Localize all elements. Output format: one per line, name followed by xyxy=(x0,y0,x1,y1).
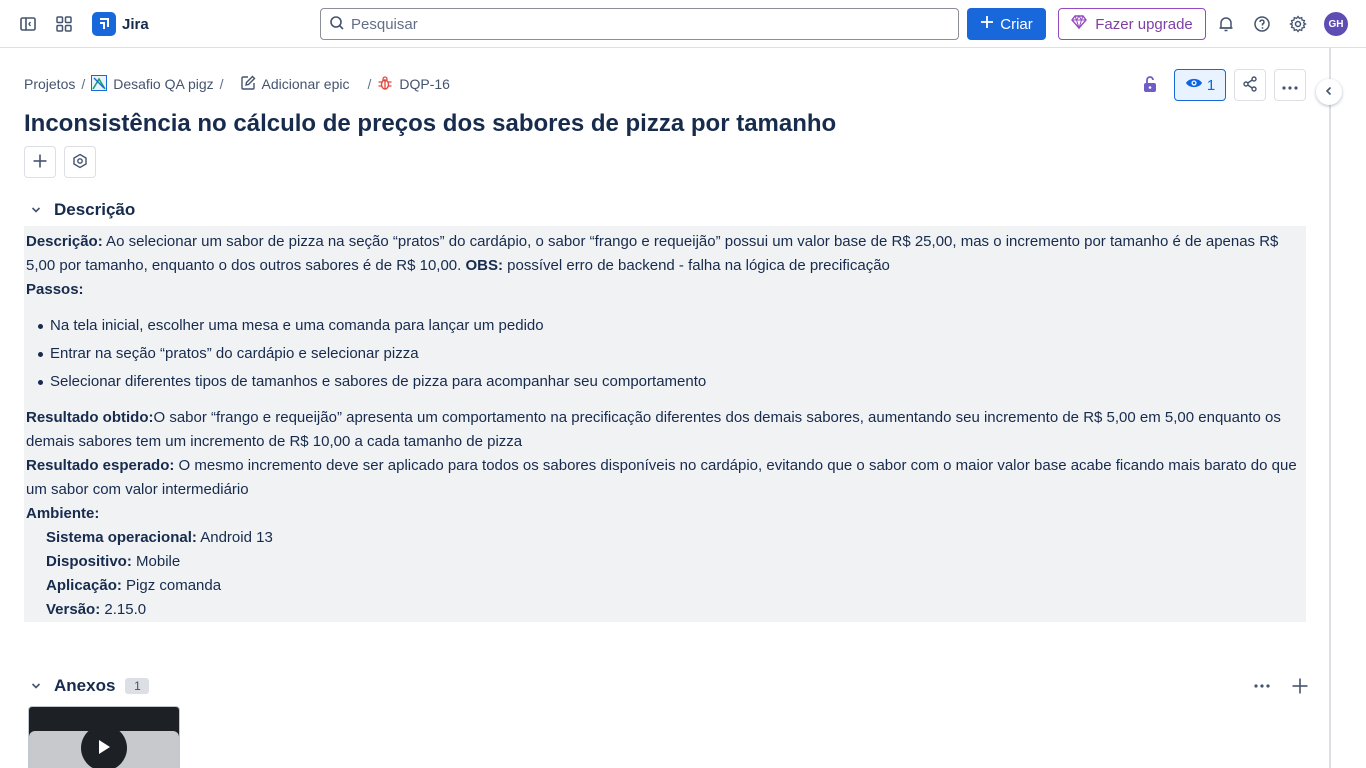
app-name: Jira xyxy=(122,15,149,33)
jira-logo[interactable]: Jira xyxy=(92,12,149,36)
chevron-down-icon xyxy=(28,202,44,218)
watch-count: 1 xyxy=(1206,76,1216,94)
env-app: Aplicação: Pigz comanda xyxy=(46,577,222,594)
env-os: Sistema operacional: Android 13 xyxy=(46,529,273,546)
breadcrumb-separator: / xyxy=(219,76,224,92)
obtained-label: Resultado obtido: xyxy=(26,409,154,426)
env-version: Versão: 2.15.0 xyxy=(46,601,147,618)
upgrade-button[interactable]: Fazer upgrade xyxy=(1058,8,1206,40)
share-button[interactable] xyxy=(1234,69,1266,101)
breadcrumb-project-name: Desafio QA pigz xyxy=(113,76,214,92)
attachments-actions xyxy=(1252,676,1310,699)
step-item: Entrar na seção “pratos” do cardápio e s… xyxy=(26,340,1304,368)
plus-icon xyxy=(32,153,48,172)
plus-icon xyxy=(980,15,994,33)
app-switcher-icon[interactable] xyxy=(52,12,76,36)
add-epic-label: Adicionar epic xyxy=(261,76,350,92)
issue-key: DQP-16 xyxy=(399,76,450,92)
description-paragraph: Descrição: Ao selecionar um sabor de piz… xyxy=(26,230,1304,278)
obs-text: possível erro de backend - falha na lógi… xyxy=(502,257,890,274)
obtained-result: Resultado obtido:O sabor “frango e reque… xyxy=(26,406,1304,454)
search-input[interactable] xyxy=(351,15,931,33)
restrictions-button[interactable] xyxy=(1138,69,1162,101)
hexagon-settings-icon xyxy=(72,153,88,172)
breadcrumb-separator: / xyxy=(367,76,372,92)
step-item: Selecionar diferentes tipos de tamanhos … xyxy=(26,368,1304,396)
chevron-down-icon xyxy=(28,678,44,694)
more-horizontal-icon[interactable] xyxy=(1252,676,1272,699)
create-button[interactable]: Criar xyxy=(967,8,1046,40)
obtained-text: O sabor “frango e requeijão” apresenta u… xyxy=(26,409,1281,450)
bug-icon xyxy=(377,75,393,94)
create-label: Criar xyxy=(1000,15,1033,33)
diamond-icon xyxy=(1071,14,1088,34)
side-panel-divider xyxy=(1329,48,1331,768)
step-item: Na tela inicial, escolher uma mesa e uma… xyxy=(26,312,1304,340)
play-icon xyxy=(97,739,111,758)
breadcrumb-projects[interactable]: Projetos xyxy=(24,76,75,92)
more-horizontal-icon xyxy=(1282,77,1298,93)
desc-label: Descrição: xyxy=(26,233,103,250)
description-body[interactable]: Descrição: Ao selecionar um sabor de piz… xyxy=(24,226,1306,622)
project-icon xyxy=(91,74,108,94)
attachments-count-badge: 1 xyxy=(125,678,150,694)
issue-title[interactable]: Inconsistência no cálculo de preços dos … xyxy=(24,110,836,138)
env-device: Dispositivo: Mobile xyxy=(46,553,181,570)
add-epic-link[interactable]: Adicionar epic xyxy=(240,75,350,94)
expected-label: Resultado esperado: xyxy=(26,457,175,474)
help-icon[interactable] xyxy=(1250,12,1274,36)
notifications-bell-icon[interactable] xyxy=(1214,12,1238,36)
description-section-header[interactable]: Descrição xyxy=(28,200,135,220)
steps-list: Na tela inicial, escolher uma mesa e uma… xyxy=(26,312,1304,396)
search-box[interactable] xyxy=(320,8,959,40)
obs-label: OBS: xyxy=(465,257,503,274)
breadcrumb: Projetos / Desafio QA pigz / Adicionar e… xyxy=(24,74,450,94)
play-button[interactable] xyxy=(81,725,127,768)
watch-button[interactable]: 1 xyxy=(1174,69,1226,101)
jira-logo-icon xyxy=(92,12,116,36)
collapse-panel-button[interactable] xyxy=(1316,79,1342,105)
share-icon xyxy=(1242,75,1258,95)
user-avatar[interactable]: GH xyxy=(1324,12,1348,36)
more-actions-button[interactable] xyxy=(1274,69,1306,101)
description-section-title: Descrição xyxy=(54,200,136,219)
settings-gear-icon[interactable] xyxy=(1286,12,1310,36)
search-icon xyxy=(329,15,345,34)
add-button[interactable] xyxy=(24,146,56,178)
attachments-section-title: Anexos xyxy=(54,676,116,695)
breadcrumb-separator: / xyxy=(81,76,86,92)
breadcrumb-project[interactable]: Desafio QA pigz xyxy=(91,74,214,94)
eye-icon xyxy=(1185,76,1203,94)
attachments-section-header[interactable]: Anexos 1 xyxy=(28,676,150,696)
environment-heading: Ambiente: xyxy=(26,505,100,522)
chevron-left-icon xyxy=(1323,84,1335,100)
attachment-video-thumbnail[interactable]: Gabri sões xyxy=(28,706,180,768)
upgrade-label: Fazer upgrade xyxy=(1095,15,1193,33)
expected-text: O mesmo incremento deve ser aplicado par… xyxy=(26,457,1297,498)
add-attachment-plus-icon[interactable] xyxy=(1290,676,1310,699)
sidebar-toggle-icon[interactable] xyxy=(16,12,40,36)
apps-button[interactable] xyxy=(64,146,96,178)
breadcrumb-issue[interactable]: DQP-16 xyxy=(377,75,450,94)
top-navigation-bar: Jira Criar Fazer upgrade GH xyxy=(0,0,1366,48)
unlock-icon xyxy=(1142,75,1158,96)
steps-heading: Passos: xyxy=(26,281,84,298)
edit-pencil-icon xyxy=(240,75,256,94)
expected-result: Resultado esperado: O mesmo incremento d… xyxy=(26,454,1304,502)
